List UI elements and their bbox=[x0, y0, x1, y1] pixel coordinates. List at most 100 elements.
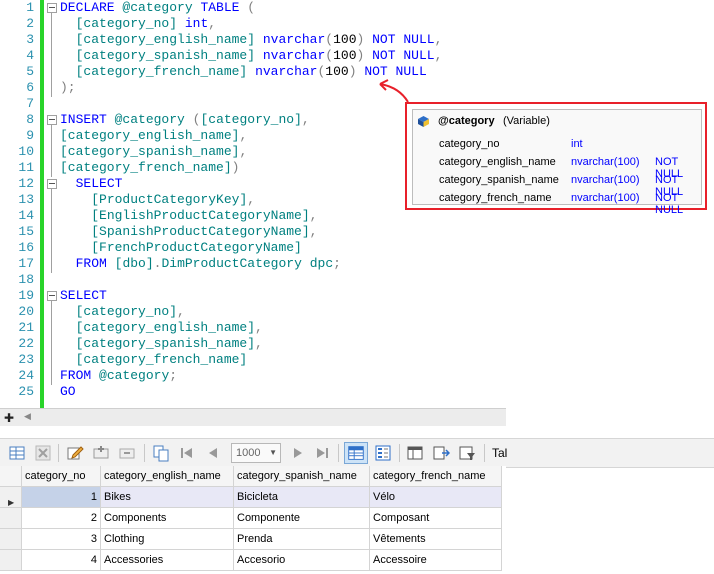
table-cell[interactable]: 2 bbox=[22, 508, 101, 529]
filter-icon[interactable] bbox=[458, 444, 476, 462]
code-text: [category_english_name], bbox=[75, 320, 263, 335]
table-cell[interactable]: Componente bbox=[234, 508, 370, 529]
table-cell[interactable]: Composant bbox=[370, 508, 502, 529]
cancel-icon[interactable] bbox=[34, 444, 52, 462]
table-cell[interactable]: Prenda bbox=[234, 529, 370, 550]
splitter-move-icon[interactable]: ✚ bbox=[4, 411, 14, 425]
edit-icon[interactable] bbox=[66, 444, 84, 462]
line-number: 20 bbox=[18, 304, 34, 319]
grid-header-row: category_no category_english_name category… bbox=[0, 466, 502, 487]
code-line[interactable]: 19 SELECT bbox=[0, 288, 506, 304]
refresh-grid-icon[interactable] bbox=[8, 444, 26, 462]
code-text: [SpanishProductCategoryName], bbox=[91, 224, 318, 239]
table-cell[interactable]: Accessories bbox=[101, 550, 234, 571]
next-page-icon[interactable] bbox=[289, 444, 307, 462]
row-indicator[interactable] bbox=[0, 508, 22, 529]
code-line[interactable]: 4 [category_spanish_name] nvarchar(100) … bbox=[0, 48, 506, 64]
copy-icon[interactable] bbox=[152, 444, 170, 462]
table-cell[interactable]: Components bbox=[101, 508, 234, 529]
code-line[interactable]: 1 DECLARE @category TABLE ( bbox=[0, 0, 506, 16]
fold-toggle-icon[interactable] bbox=[47, 291, 57, 301]
results-grid[interactable]: category_no category_english_name category… bbox=[0, 466, 506, 574]
table-row[interactable]: 4 Accessories Accesorio Accessoire bbox=[0, 550, 502, 571]
line-number: 6 bbox=[26, 80, 34, 95]
table-cell[interactable]: Bikes bbox=[101, 487, 234, 508]
grid-view-icon[interactable] bbox=[344, 442, 368, 464]
table-cell[interactable]: Accesorio bbox=[234, 550, 370, 571]
toolbar-truncated-label[interactable]: Tal bbox=[492, 446, 507, 460]
code-line[interactable]: 3 [category_english_name] nvarchar(100) … bbox=[0, 32, 506, 48]
toolbar-separator bbox=[338, 444, 339, 462]
line-number: 18 bbox=[18, 272, 34, 287]
line-number: 10 bbox=[18, 144, 34, 159]
table-cell[interactable]: Vélo bbox=[370, 487, 502, 508]
line-number: 22 bbox=[18, 336, 34, 351]
code-line[interactable]: 25 GO bbox=[0, 384, 506, 400]
table-row[interactable]: 3 Clothing Prenda Vêtements bbox=[0, 529, 502, 550]
tooltip-column-name: category_english_name bbox=[439, 156, 556, 168]
code-line[interactable]: 15 [SpanishProductCategoryName], bbox=[0, 224, 506, 240]
code-text: DECLARE @category TABLE ( bbox=[60, 0, 256, 15]
line-number: 14 bbox=[18, 208, 34, 223]
code-line[interactable]: 20 [category_no], bbox=[0, 304, 506, 320]
toolbar-separator bbox=[484, 444, 485, 462]
previous-page-icon[interactable] bbox=[204, 444, 222, 462]
tooltip-column-name: category_french_name bbox=[439, 192, 552, 204]
code-line[interactable]: 6); bbox=[0, 80, 506, 96]
code-line[interactable]: 24 FROM @category; bbox=[0, 368, 506, 384]
code-line[interactable]: 18 bbox=[0, 272, 506, 288]
code-text: [category_english_name] nvarchar(100) NO… bbox=[75, 32, 443, 47]
tooltip-column-row: category_english_name nvarchar(100) NOT NU… bbox=[413, 154, 701, 180]
columns-icon[interactable] bbox=[406, 444, 424, 462]
export-icon[interactable] bbox=[432, 444, 450, 462]
tooltip-variable-kind: (Variable) bbox=[503, 115, 550, 127]
row-indicator[interactable] bbox=[0, 550, 22, 571]
chevron-down-icon: ▼ bbox=[269, 448, 277, 457]
fold-toggle-icon[interactable] bbox=[47, 179, 57, 189]
column-header-category-spanish-name[interactable]: category_spanish_name bbox=[234, 466, 370, 487]
add-row-icon[interactable] bbox=[92, 444, 110, 462]
table-cell[interactable]: Bicicleta bbox=[234, 487, 370, 508]
first-page-icon[interactable] bbox=[178, 444, 196, 462]
column-header-category-french-name[interactable]: category_french_name bbox=[370, 466, 502, 487]
code-line[interactable]: 5 [category_french_name] nvarchar(100) N… bbox=[0, 64, 506, 80]
line-number: 25 bbox=[18, 384, 34, 399]
code-line[interactable]: 22 [category_spanish_name], bbox=[0, 336, 506, 352]
row-indicator[interactable] bbox=[0, 529, 22, 550]
table-cell[interactable]: Vêtements bbox=[370, 529, 502, 550]
line-number: 2 bbox=[26, 16, 34, 31]
fold-toggle-icon[interactable] bbox=[47, 3, 57, 13]
code-line[interactable]: 23 [category_french_name] bbox=[0, 352, 506, 368]
code-text: INSERT @category ([category_no], bbox=[60, 112, 310, 127]
scroll-left-icon[interactable]: ◀ bbox=[24, 411, 31, 422]
code-line[interactable]: 17 FROM [dbo].DimProductCategory dpc; bbox=[0, 256, 506, 272]
code-line[interactable]: 2 [category_no] int, bbox=[0, 16, 506, 32]
code-text: [category_spanish_name], bbox=[60, 144, 248, 159]
code-text: SELECT bbox=[60, 288, 107, 303]
table-cell[interactable]: Accessoire bbox=[370, 550, 502, 571]
code-line[interactable]: 16 [FrenchProductCategoryName] bbox=[0, 240, 506, 256]
code-line[interactable]: 14 [EnglishProductCategoryName], bbox=[0, 208, 506, 224]
code-line[interactable]: 21 [category_english_name], bbox=[0, 320, 506, 336]
last-page-icon[interactable] bbox=[313, 444, 331, 462]
tooltip-column-row: category_no int bbox=[413, 136, 701, 154]
tooltip-body: @category (Variable) category_no int categ… bbox=[412, 109, 702, 216]
delete-row-icon[interactable] bbox=[118, 444, 136, 462]
code-text: [category_no] int, bbox=[75, 16, 217, 31]
table-row[interactable]: ▶ 1 Bikes Bicicleta Vélo bbox=[0, 487, 502, 508]
table-cell[interactable]: 1 bbox=[22, 487, 101, 508]
column-header-category-english-name[interactable]: category_english_name bbox=[101, 466, 234, 487]
line-number: 16 bbox=[18, 240, 34, 255]
row-indicator[interactable]: ▶ bbox=[0, 487, 22, 508]
code-text: [EnglishProductCategoryName], bbox=[91, 208, 318, 223]
card-view-icon[interactable] bbox=[374, 444, 392, 462]
fold-toggle-icon[interactable] bbox=[47, 115, 57, 125]
column-header-category-no[interactable]: category_no bbox=[22, 466, 101, 487]
editor-splitter-bar[interactable]: ✚ ◀ bbox=[0, 408, 506, 426]
page-size-select[interactable]: 1000 ▼ bbox=[231, 443, 281, 463]
table-row[interactable]: 2 Components Componente Composant bbox=[0, 508, 502, 529]
line-number: 17 bbox=[18, 256, 34, 271]
table-cell[interactable]: 3 bbox=[22, 529, 101, 550]
table-cell[interactable]: 4 bbox=[22, 550, 101, 571]
table-cell[interactable]: Clothing bbox=[101, 529, 234, 550]
